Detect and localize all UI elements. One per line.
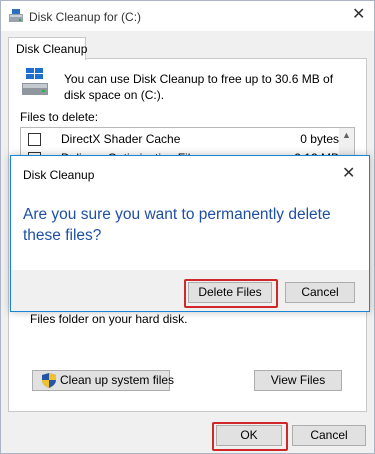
file-name: DirectX Shader Cache bbox=[61, 132, 181, 146]
file-checkbox[interactable] bbox=[28, 133, 41, 146]
dialog-message: Are you sure you want to permanently del… bbox=[23, 206, 331, 244]
clean-up-system-files-button[interactable]: Clean up system files bbox=[32, 370, 174, 394]
dialog-cancel-button[interactable]: Cancel bbox=[285, 282, 355, 303]
title-bar: Disk Cleanup for (C:) ✕ bbox=[1, 1, 374, 31]
close-icon[interactable]: ✕ bbox=[352, 7, 365, 23]
list-scrollbar[interactable]: ▲ bbox=[339, 128, 354, 158]
clean-up-system-files-label: Clean up system files bbox=[60, 373, 175, 387]
tab-disk-cleanup[interactable]: Disk Cleanup bbox=[8, 37, 88, 60]
dialog-title: Disk Cleanup bbox=[23, 168, 95, 182]
window-title: Disk Cleanup for (C:) bbox=[29, 10, 142, 24]
scroll-up-arrow-icon[interactable]: ▲ bbox=[342, 130, 351, 140]
dialog-footer: Delete Files Cancel bbox=[11, 270, 369, 311]
description-fragment: Files folder on your hard disk. bbox=[30, 312, 188, 326]
ok-button[interactable]: OK bbox=[216, 425, 282, 446]
uac-shield-icon bbox=[42, 373, 56, 394]
delete-files-button[interactable]: Delete Files bbox=[188, 282, 272, 303]
cleanup-description: You can use Disk Cleanup to free up to 3… bbox=[64, 72, 334, 102]
view-files-button[interactable]: View Files bbox=[254, 370, 342, 391]
file-size: 0 bytes bbox=[300, 132, 339, 146]
files-to-delete-label: Files to delete: bbox=[20, 110, 99, 124]
disk-cleanup-icon bbox=[9, 9, 23, 26]
drive-icon bbox=[22, 68, 48, 101]
confirm-delete-dialog: Disk Cleanup ✕ Are you sure you want to … bbox=[10, 155, 370, 312]
cancel-button[interactable]: Cancel bbox=[292, 425, 366, 446]
list-item[interactable]: DirectX Shader Cache 0 bytes bbox=[21, 131, 339, 149]
close-icon[interactable]: ✕ bbox=[342, 166, 355, 182]
tab-label: Disk Cleanup bbox=[16, 42, 88, 56]
